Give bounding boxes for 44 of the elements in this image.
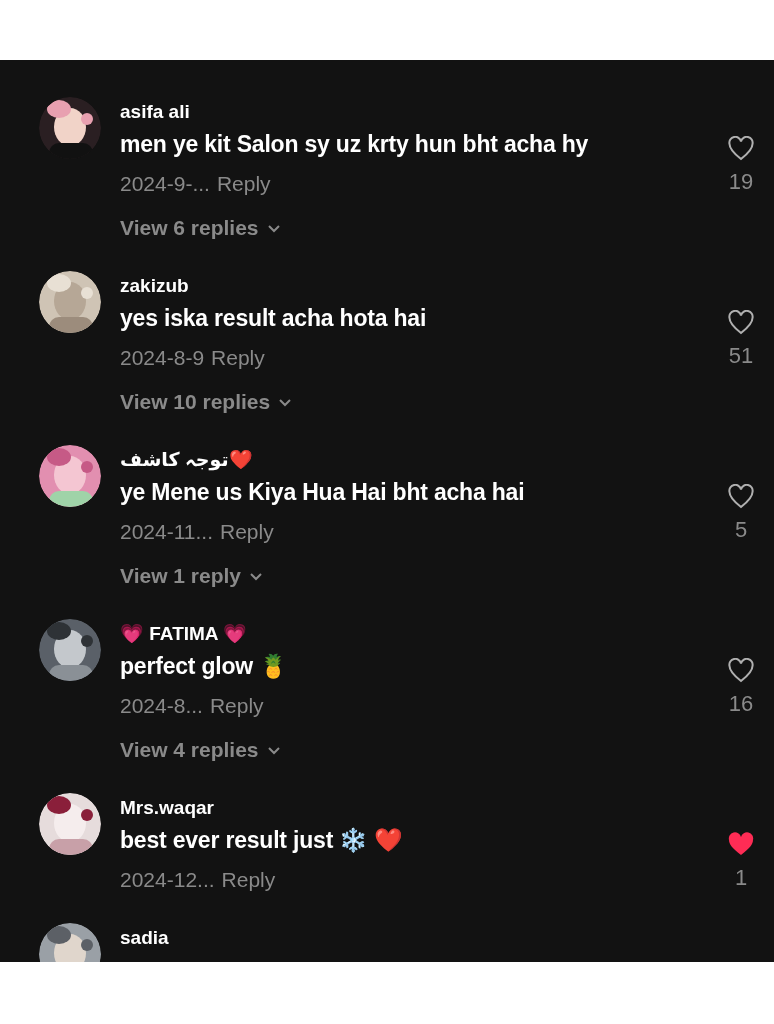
chevron-down-icon [249, 571, 264, 581]
comment-text: men ye kit Salon sy uz krty hun bht acha hy [120, 130, 589, 159]
username[interactable]: Mrs.waqar [120, 796, 214, 820]
comment-date: 2024-9-... [120, 171, 210, 197]
chevron-down-icon [266, 223, 281, 233]
username[interactable]: sadia [120, 926, 169, 950]
like-button[interactable] [728, 310, 754, 335]
comment-date: 2024-8... [120, 693, 203, 719]
comment-date: 2024-12... [120, 867, 215, 893]
heart-icon [728, 658, 754, 683]
view-replies-button[interactable]: View 4 replies [120, 730, 281, 770]
like-count: 19 [728, 168, 754, 196]
heart-icon [728, 484, 754, 509]
like-count: 16 [728, 690, 754, 718]
username[interactable]: asifa ali [120, 100, 190, 124]
reply-button[interactable]: Reply [209, 686, 264, 726]
reply-button[interactable]: Reply [221, 860, 276, 900]
heart-icon [728, 136, 754, 161]
like-count: 5 [734, 516, 748, 544]
username[interactable]: توجہ کاشف❤ [120, 448, 253, 472]
comment-text: perfect glow 🍍 [120, 652, 289, 681]
username[interactable]: zakizub [120, 274, 189, 298]
comment-date: 2024-8-9 [120, 345, 205, 371]
view-replies-button[interactable]: View 6 replies [120, 208, 281, 248]
comment-text: best ever result just ❄ ❤ [120, 826, 404, 855]
view-replies-button[interactable]: View 10 replies [120, 382, 293, 422]
reply-button[interactable]: Reply [211, 338, 265, 378]
like-count: 1 [734, 864, 748, 892]
comment-text: yes iska result acha hota hai [120, 304, 427, 333]
like-count: 51 [728, 342, 754, 370]
comment-date: 2024-11... [120, 519, 213, 545]
username[interactable]: 💗 FATIMA 💗 [120, 622, 248, 646]
view-replies-button[interactable]: View 1 reply [120, 556, 264, 596]
reply-button[interactable]: Reply [220, 512, 274, 552]
chevron-down-icon [278, 397, 293, 407]
heart-icon [728, 310, 754, 335]
chevron-down-icon [266, 745, 281, 755]
comment-text: ye Mene us Kiya Hua Hai bht acha hai [120, 478, 525, 507]
like-button[interactable] [728, 832, 754, 857]
like-button[interactable] [728, 484, 754, 509]
heart-icon [728, 832, 754, 857]
like-button[interactable] [728, 658, 754, 683]
reply-button[interactable]: Reply [216, 164, 271, 204]
like-button[interactable] [728, 136, 754, 161]
